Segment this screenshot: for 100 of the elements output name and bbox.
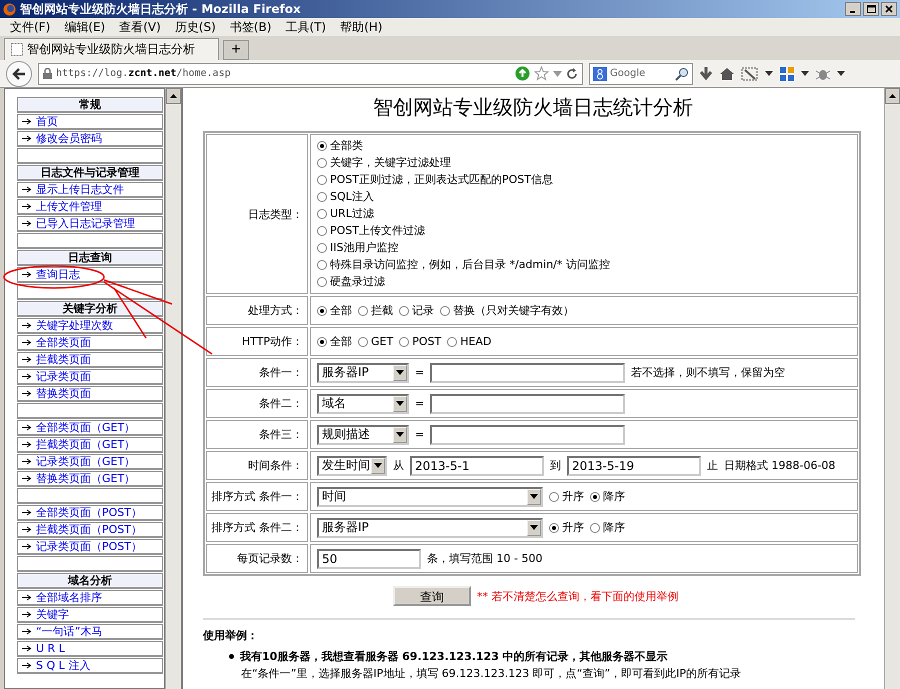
radio-option[interactable]: POST xyxy=(399,333,442,350)
go-icon[interactable] xyxy=(515,66,530,81)
start-date-input[interactable]: 2013-5-1 xyxy=(410,456,544,476)
sidebar-link[interactable]: 全部类页面 xyxy=(36,335,91,350)
sidebar-link[interactable]: 关键字处理次数 xyxy=(36,318,113,333)
radio-button[interactable] xyxy=(317,208,327,218)
radio-button[interactable] xyxy=(317,192,327,202)
dropdown-select[interactable]: 时间 xyxy=(317,486,543,506)
sidebar-link[interactable]: 全部域名排序 xyxy=(36,590,102,605)
radio-option[interactable]: 全部 xyxy=(317,333,352,350)
dropdown-select[interactable]: 服务器IP xyxy=(317,362,409,382)
menu-item[interactable]: 查看(V) xyxy=(113,18,167,36)
minimize-button[interactable] xyxy=(845,2,861,16)
radio-button[interactable] xyxy=(358,336,368,346)
condition-input[interactable] xyxy=(430,394,626,414)
radio-option[interactable]: IIS池用户监控 xyxy=(317,239,398,256)
sidebar-link[interactable]: 首页 xyxy=(36,114,58,129)
sidebar-link[interactable]: 修改会员密码 xyxy=(36,131,102,146)
sidebar-link[interactable]: 记录类页面（POST） xyxy=(36,539,142,554)
radio-button[interactable] xyxy=(440,306,450,316)
sidebar-link[interactable]: U R L xyxy=(36,642,65,655)
radio-button[interactable] xyxy=(399,336,410,346)
radio-button[interactable] xyxy=(399,306,409,316)
sidebar-link[interactable]: 替换类页面 xyxy=(36,386,91,401)
radio-option[interactable]: POST正则过滤，正则表达式匹配的POST信息 xyxy=(317,171,553,188)
radio-button[interactable] xyxy=(590,492,600,502)
dropdown-select[interactable]: 域名 xyxy=(317,394,409,414)
radio-button[interactable] xyxy=(317,174,327,184)
radio-option[interactable]: 硬盘录过滤 xyxy=(317,273,385,290)
radio-option[interactable]: 记录 xyxy=(399,302,434,319)
radio-button[interactable] xyxy=(549,522,559,532)
query-button[interactable]: 查询 xyxy=(393,586,471,606)
sidebar-link[interactable]: 全部类页面（GET） xyxy=(36,420,136,435)
condition-input[interactable] xyxy=(430,362,626,382)
sidebar-link[interactable]: “一句话”木马 xyxy=(36,624,102,639)
sidebar-link[interactable]: 关键字 xyxy=(36,607,69,622)
back-button[interactable] xyxy=(6,60,32,86)
address-bar[interactable]: https://log.zcnt.net/home.asp xyxy=(38,62,583,84)
screenshot-icon[interactable] xyxy=(741,66,759,82)
radio-button[interactable] xyxy=(317,242,327,252)
sidebar-link[interactable]: 已导入日志记录管理 xyxy=(36,216,135,231)
caret-icon[interactable] xyxy=(765,71,773,76)
radio-button[interactable] xyxy=(317,306,327,316)
close-button[interactable] xyxy=(881,2,897,16)
radio-option[interactable]: 全部 xyxy=(317,302,352,319)
caret-icon[interactable] xyxy=(837,71,845,76)
dropdown-select[interactable]: 规则描述 xyxy=(317,424,409,444)
menu-item[interactable]: 文件(F) xyxy=(4,18,56,36)
menu-item[interactable]: 书签(B) xyxy=(224,18,278,36)
home-icon[interactable] xyxy=(719,66,735,80)
radio-button[interactable] xyxy=(317,260,327,270)
caret-icon[interactable] xyxy=(801,71,809,76)
sidebar-link[interactable]: 记录类页面（GET） xyxy=(36,454,136,469)
search-field[interactable]: Google xyxy=(589,62,693,84)
radio-option[interactable]: 升序 xyxy=(549,488,584,505)
radio-option[interactable]: 降序 xyxy=(590,488,625,505)
sidebar-link[interactable]: 替换类页面（GET） xyxy=(36,471,136,486)
radio-option[interactable]: 替换（只对关键字有效） xyxy=(440,302,574,319)
sidebar-link[interactable]: 拦截类页面（GET） xyxy=(36,437,136,452)
dropdown-select[interactable]: 服务器IP xyxy=(317,518,543,538)
radio-option[interactable]: 特殊目录访问监控，例如，后台目录 */admin/* 访问监控 xyxy=(317,256,610,273)
sidebar-link[interactable]: 显示上传日志文件 xyxy=(36,182,124,197)
radio-option[interactable]: GET xyxy=(358,333,394,350)
sidebar-link[interactable]: 记录类页面 xyxy=(36,369,91,384)
radio-option[interactable]: HEAD xyxy=(447,333,492,350)
sidebar-link[interactable]: 上传文件管理 xyxy=(36,199,102,214)
apps-icon[interactable] xyxy=(779,66,795,82)
radio-option[interactable]: 全部类 xyxy=(317,137,363,154)
download-icon[interactable] xyxy=(699,66,713,80)
radio-button[interactable] xyxy=(358,306,368,316)
radio-option[interactable]: POST上传文件过滤 xyxy=(317,222,425,239)
radio-button[interactable] xyxy=(317,336,327,346)
maximize-button[interactable] xyxy=(863,2,879,16)
menu-item[interactable]: 帮助(H) xyxy=(334,18,388,36)
menu-item[interactable]: 历史(S) xyxy=(168,18,222,36)
radio-option[interactable]: 降序 xyxy=(590,519,625,536)
star-icon[interactable] xyxy=(534,66,549,81)
radio-option[interactable]: 拦截 xyxy=(358,302,393,319)
radio-option[interactable]: 关键字，关键字过滤处理 xyxy=(317,154,451,171)
sidebar-link[interactable]: S Q L 注入 xyxy=(36,658,90,673)
radio-option[interactable]: 升序 xyxy=(549,519,584,536)
browser-tab[interactable]: 智创网站专业级防火墙日志分析 xyxy=(4,38,219,60)
radio-button[interactable] xyxy=(447,336,458,346)
radio-button[interactable] xyxy=(549,492,559,502)
search-icon[interactable] xyxy=(675,66,689,80)
condition-input[interactable] xyxy=(430,424,626,444)
radio-option[interactable]: SQL注入 xyxy=(317,188,374,205)
menu-item[interactable]: 工具(T) xyxy=(279,18,332,36)
menu-item[interactable]: 编辑(E) xyxy=(58,18,112,36)
radio-button[interactable] xyxy=(317,226,327,236)
radio-button[interactable] xyxy=(317,140,327,150)
dropdown-select[interactable]: 发生时间 xyxy=(317,456,387,476)
radio-button[interactable] xyxy=(317,158,327,168)
reload-icon[interactable] xyxy=(566,68,578,80)
sidebar-link[interactable]: 拦截类页面 xyxy=(36,352,91,367)
records-input[interactable]: 50 xyxy=(317,548,421,568)
scrollbar[interactable] xyxy=(884,88,900,689)
end-date-input[interactable]: 2013-5-19 xyxy=(567,456,701,476)
radio-option[interactable]: URL过滤 xyxy=(317,205,374,222)
new-tab-button[interactable]: + xyxy=(223,40,249,60)
